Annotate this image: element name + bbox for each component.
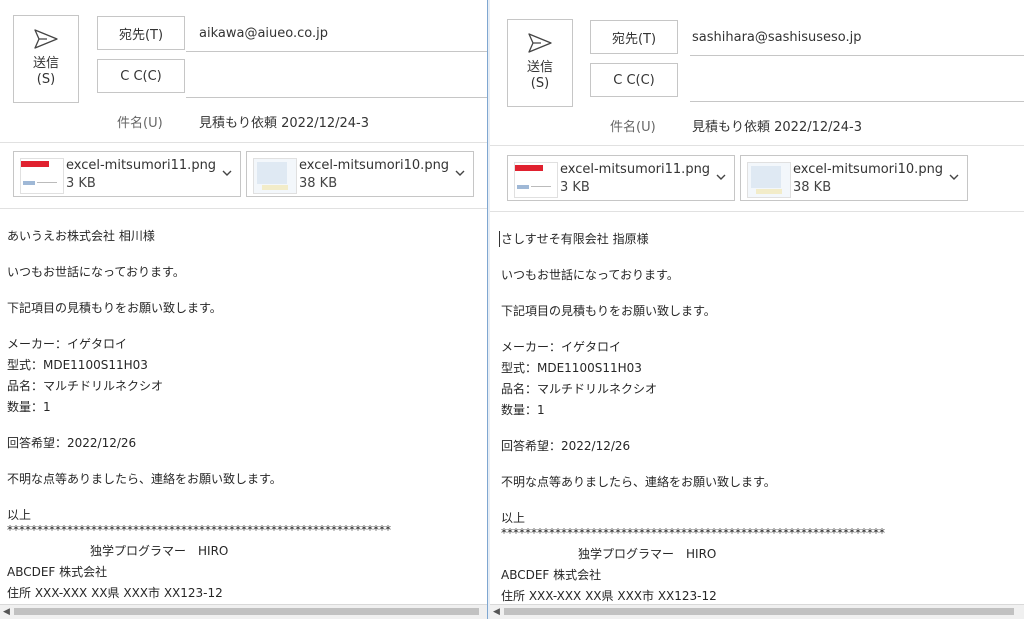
attachment-name: excel-mitsumori11.png — [560, 162, 711, 177]
to-field-underline — [186, 51, 487, 52]
message-body[interactable]: さしすせそ有限会社 指原様 いつもお世話になっております。 下記項目の見積もりを… — [501, 229, 885, 607]
cc-field-underline — [186, 97, 487, 98]
send-button[interactable]: 送信 (S) — [13, 15, 79, 103]
body-closing: 不明な点等ありましたら、連絡をお願い致します。 — [501, 475, 776, 489]
attachment-name: excel-mitsumori10.png — [793, 162, 944, 177]
attachment-separator — [0, 208, 487, 209]
attachment-size: 38 KB — [299, 176, 338, 191]
body-product: 品名：マルチドリルネクシオ — [7, 379, 164, 393]
body-line: いつもお世話になっております。 — [7, 265, 185, 279]
body-model: 型式：MDE1100S11H03 — [501, 361, 642, 375]
body-maker: メーカー：イゲタロイ — [7, 337, 128, 351]
send-label: 送信 — [526, 60, 553, 75]
signature-company: ABCDEF 株式会社 — [7, 565, 108, 579]
subject-label: 件名(U) — [117, 116, 163, 131]
send-shortcut: (S) — [530, 76, 550, 91]
attachment-size: 38 KB — [793, 180, 832, 195]
subject-field[interactable]: 見積もり依頼 2022/12/24-3 — [692, 116, 862, 135]
compose-window-right: 送信 (S) 宛先(T) sashihara@sashisuseso.jp C … — [490, 0, 1024, 619]
send-shortcut: (S) — [36, 72, 56, 87]
attachment-card[interactable]: excel-mitsumori10.png 38 KB — [246, 151, 474, 197]
attachment-name: excel-mitsumori11.png — [66, 158, 217, 173]
attachment-name: excel-mitsumori10.png — [299, 158, 450, 173]
body-line: 下記項目の見積もりをお願い致します。 — [501, 304, 716, 318]
scroll-left-arrow-icon[interactable]: ◀ — [3, 607, 10, 617]
attachment-card[interactable]: excel-mitsumori10.png 38 KB — [740, 155, 968, 201]
horizontal-scrollbar[interactable]: ◀ — [490, 604, 1024, 619]
signature-address: 住所 XXX-XXX XX県 XXX市 XX123-12 — [7, 586, 223, 600]
header-separator — [490, 145, 1024, 146]
body-line: 下記項目の見積もりをお願い致します。 — [7, 301, 222, 315]
compose-window-left: 送信 (S) 宛先(T) aikawa@aiueo.co.jp C C(C) 件… — [0, 0, 487, 619]
cc-button[interactable]: C C(C) — [590, 63, 678, 97]
subject-label: 件名(U) — [610, 120, 656, 135]
chevron-down-icon[interactable] — [453, 166, 467, 180]
message-body[interactable]: あいうえお株式会社 相川様 いつもお世話になっております。 下記項目の見積もりを… — [7, 226, 391, 604]
chevron-down-icon[interactable] — [220, 166, 234, 180]
signature-rule: ****************************************… — [7, 523, 391, 537]
send-label: 送信 — [32, 56, 59, 71]
body-product: 品名：マルチドリルネクシオ — [501, 382, 658, 396]
scrollbar-thumb[interactable] — [14, 608, 479, 615]
body-reply-date: 回答希望：2022/12/26 — [501, 439, 631, 453]
body-greeting: あいうえお株式会社 相川様 — [7, 229, 155, 243]
body-closing: 不明な点等ありましたら、連絡をお願い致します。 — [7, 472, 282, 486]
cc-field-underline — [690, 101, 1024, 102]
paper-plane-icon — [34, 29, 58, 49]
attachment-size: 3 KB — [66, 176, 96, 191]
chevron-down-icon[interactable] — [947, 170, 961, 184]
to-button[interactable]: 宛先(T) — [97, 16, 185, 50]
to-field[interactable]: aikawa@aiueo.co.jp — [199, 26, 328, 41]
body-qty: 数量：1 — [7, 400, 51, 414]
attachment-thumbnail — [20, 158, 64, 194]
attachment-card[interactable]: excel-mitsumori11.png 3 KB — [507, 155, 735, 201]
attachment-thumbnail — [747, 162, 791, 198]
attachment-separator — [490, 211, 1024, 212]
signature-name: 独学プログラマー HIRO — [578, 547, 717, 561]
chevron-down-icon[interactable] — [714, 170, 728, 184]
send-button[interactable]: 送信 (S) — [507, 19, 573, 107]
attachment-card[interactable]: excel-mitsumori11.png 3 KB — [13, 151, 241, 197]
scroll-left-arrow-icon[interactable]: ◀ — [493, 607, 500, 617]
attachment-thumbnail — [514, 162, 558, 198]
to-field[interactable]: sashihara@sashisuseso.jp — [692, 30, 862, 45]
header-separator — [0, 142, 487, 143]
subject-field[interactable]: 見積もり依頼 2022/12/24-3 — [199, 112, 369, 131]
cc-button[interactable]: C C(C) — [97, 59, 185, 93]
body-maker: メーカー：イゲタロイ — [501, 340, 622, 354]
paper-plane-icon — [528, 33, 552, 53]
to-button[interactable]: 宛先(T) — [590, 20, 678, 54]
signature-name: 独学プログラマー HIRO — [90, 544, 229, 558]
body-line: いつもお世話になっております。 — [501, 268, 679, 282]
body-reply-date: 回答希望：2022/12/26 — [7, 436, 137, 450]
scrollbar-thumb[interactable] — [504, 608, 1014, 615]
horizontal-scrollbar[interactable]: ◀ — [0, 604, 487, 619]
attachment-size: 3 KB — [560, 180, 590, 195]
to-field-underline — [690, 55, 1024, 56]
attachment-thumbnail — [253, 158, 297, 194]
body-model: 型式：MDE1100S11H03 — [7, 358, 148, 372]
signature-rule: ****************************************… — [501, 526, 885, 540]
text-cursor — [499, 231, 500, 247]
body-qty: 数量：1 — [501, 403, 545, 417]
body-greeting: さしすせそ有限会社 指原様 — [501, 232, 649, 246]
signature-company: ABCDEF 株式会社 — [501, 568, 602, 582]
